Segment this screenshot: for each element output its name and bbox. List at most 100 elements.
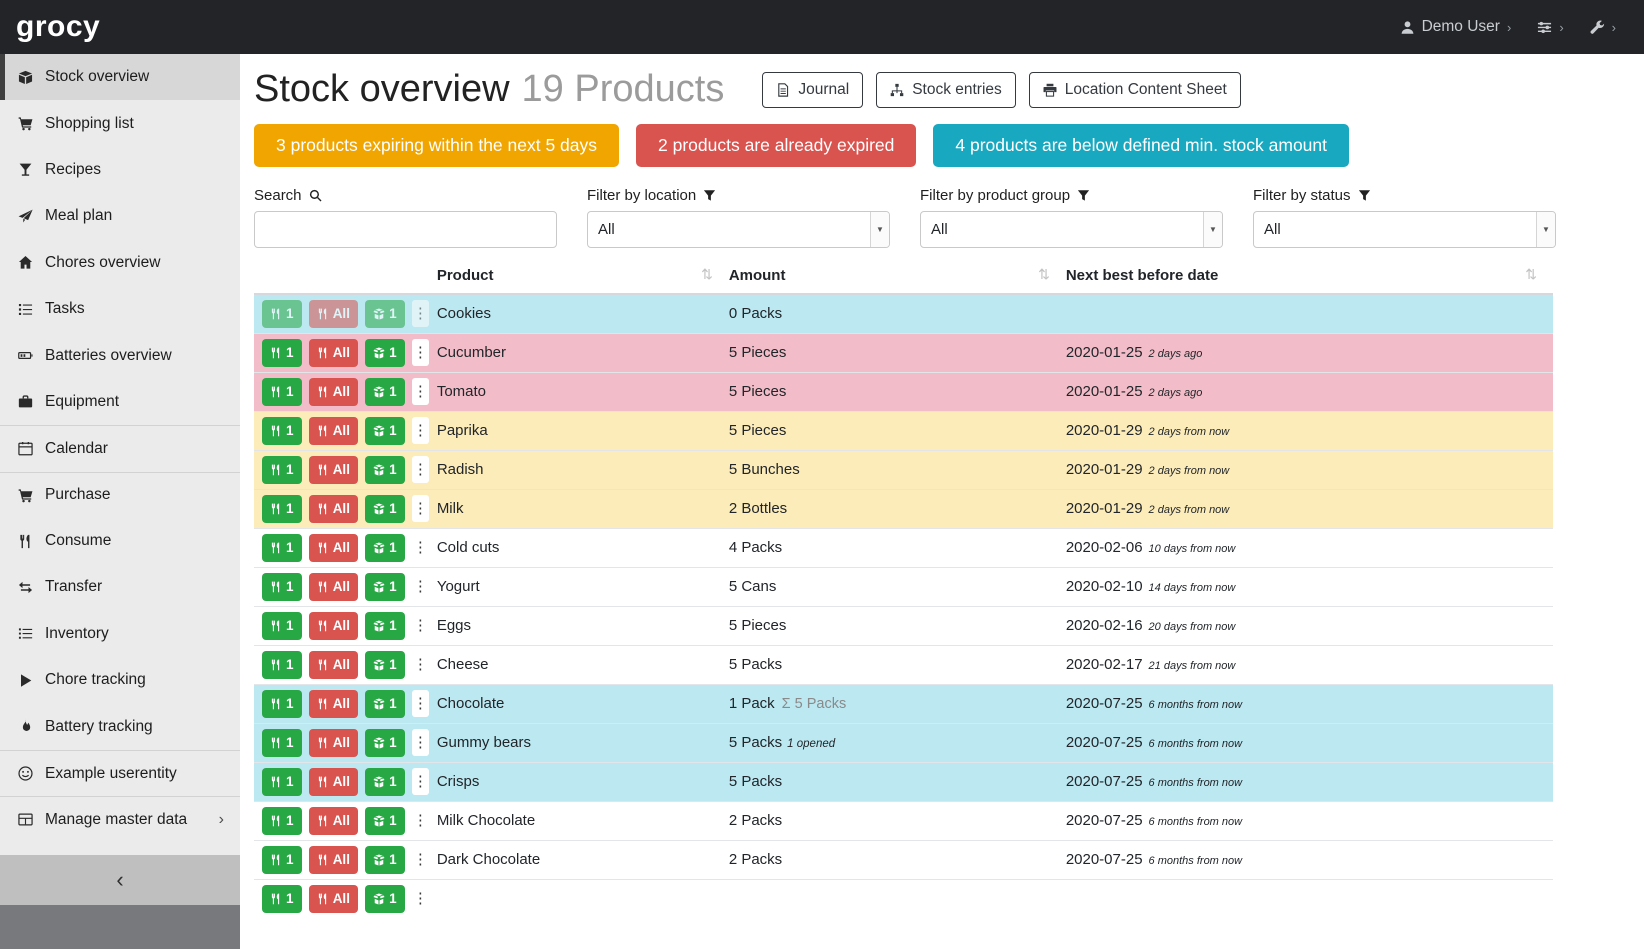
sidebar-item-chores-overview[interactable]: Chores overview: [0, 240, 240, 286]
row-menu-button[interactable]: ⋮: [412, 300, 429, 327]
settings-menu[interactable]: ›: [1537, 20, 1563, 35]
open-one-button[interactable]: 1: [365, 534, 405, 562]
consume-one-button[interactable]: 1: [262, 651, 302, 679]
row-menu-button[interactable]: ⋮: [412, 339, 429, 366]
consume-one-button[interactable]: 1: [262, 534, 302, 562]
toolbar-button-journal[interactable]: Journal: [762, 72, 863, 108]
consume-all-button[interactable]: All: [309, 729, 358, 757]
row-menu-button[interactable]: ⋮: [412, 456, 429, 483]
sidebar-item-equipment[interactable]: Equipment: [0, 379, 240, 425]
col-product-header[interactable]: Product ⇅: [437, 260, 729, 294]
open-one-button[interactable]: 1: [365, 456, 405, 484]
consume-all-button[interactable]: All: [309, 807, 358, 835]
consume-one-button[interactable]: 1: [262, 807, 302, 835]
toolbar-button-location-content-sheet[interactable]: Location Content Sheet: [1029, 72, 1241, 108]
consume-all-button[interactable]: All: [309, 339, 358, 367]
admin-menu[interactable]: ›: [1590, 20, 1616, 35]
toolbar-button-stock-entries[interactable]: Stock entries: [876, 72, 1016, 108]
consume-all-button[interactable]: All: [309, 534, 358, 562]
open-one-button[interactable]: 1: [365, 846, 405, 874]
consume-all-button[interactable]: All: [309, 456, 358, 484]
status-banner-warning[interactable]: 3 products expiring within the next 5 da…: [254, 124, 619, 167]
status-banner-danger[interactable]: 2 products are already expired: [636, 124, 916, 167]
sidebar-item-battery-tracking[interactable]: Battery tracking: [0, 703, 240, 749]
filter-select[interactable]: All ▼: [587, 211, 890, 248]
sort-icon[interactable]: ⇅: [1038, 267, 1050, 281]
row-menu-button[interactable]: ⋮: [412, 885, 429, 912]
sidebar-item-meal-plan[interactable]: Meal plan: [0, 193, 240, 239]
consume-one-button[interactable]: 1: [262, 768, 302, 796]
app-logo[interactable]: grocy: [16, 10, 100, 44]
open-one-button[interactable]: 1: [365, 339, 405, 367]
consume-one-button[interactable]: 1: [262, 729, 302, 757]
consume-all-button[interactable]: All: [309, 300, 358, 328]
sidebar-item-manage-master-data[interactable]: Manage master data ›: [0, 796, 240, 842]
consume-one-button[interactable]: 1: [262, 456, 302, 484]
open-one-button[interactable]: 1: [365, 768, 405, 796]
consume-all-button[interactable]: All: [309, 690, 358, 718]
sidebar-item-chore-tracking[interactable]: Chore tracking: [0, 657, 240, 703]
user-menu[interactable]: Demo User ›: [1400, 18, 1512, 36]
consume-one-button[interactable]: 1: [262, 846, 302, 874]
filter-select[interactable]: All ▼: [1253, 211, 1556, 248]
open-one-button[interactable]: 1: [365, 573, 405, 601]
row-menu-button[interactable]: ⋮: [412, 729, 429, 756]
open-one-button[interactable]: 1: [365, 729, 405, 757]
consume-one-button[interactable]: 1: [262, 573, 302, 601]
consume-all-button[interactable]: All: [309, 612, 358, 640]
sidebar-collapse-button[interactable]: ‹: [0, 855, 240, 905]
consume-all-button[interactable]: All: [309, 651, 358, 679]
row-menu-button[interactable]: ⋮: [412, 378, 429, 405]
col-amount-header[interactable]: Amount ⇅: [729, 260, 1066, 294]
consume-one-button[interactable]: 1: [262, 612, 302, 640]
filter-select[interactable]: All ▼: [920, 211, 1223, 248]
sidebar-item-recipes[interactable]: Recipes: [0, 147, 240, 193]
row-menu-button[interactable]: ⋮: [412, 846, 429, 873]
consume-one-button[interactable]: 1: [262, 495, 302, 523]
consume-one-button[interactable]: 1: [262, 417, 302, 445]
sort-icon[interactable]: ⇅: [1525, 267, 1537, 281]
consume-all-button[interactable]: All: [309, 573, 358, 601]
status-banner-info[interactable]: 4 products are below defined min. stock …: [933, 124, 1349, 167]
open-one-button[interactable]: 1: [365, 690, 405, 718]
consume-all-button[interactable]: All: [309, 378, 358, 406]
sidebar-item-transfer[interactable]: Transfer: [0, 564, 240, 610]
search-input[interactable]: [254, 211, 557, 248]
open-one-button[interactable]: 1: [365, 885, 405, 913]
sidebar-item-example-userentity[interactable]: Example userentity: [0, 750, 240, 796]
open-one-button[interactable]: 1: [365, 807, 405, 835]
row-menu-button[interactable]: ⋮: [412, 612, 429, 639]
consume-all-button[interactable]: All: [309, 768, 358, 796]
sidebar-item-consume[interactable]: Consume: [0, 518, 240, 564]
sidebar-item-calendar[interactable]: Calendar: [0, 425, 240, 471]
sidebar-item-batteries-overview[interactable]: Batteries overview: [0, 332, 240, 378]
consume-all-button[interactable]: All: [309, 417, 358, 445]
open-one-button[interactable]: 1: [365, 612, 405, 640]
row-menu-button[interactable]: ⋮: [412, 534, 429, 561]
row-menu-button[interactable]: ⋮: [412, 495, 429, 522]
consume-one-button[interactable]: 1: [262, 300, 302, 328]
sort-icon[interactable]: ⇅: [701, 267, 713, 281]
row-menu-button[interactable]: ⋮: [412, 807, 429, 834]
row-menu-button[interactable]: ⋮: [412, 651, 429, 678]
consume-one-button[interactable]: 1: [262, 339, 302, 367]
open-one-button[interactable]: 1: [365, 417, 405, 445]
col-date-header[interactable]: Next best before date ⇅: [1066, 260, 1553, 294]
consume-one-button[interactable]: 1: [262, 378, 302, 406]
consume-one-button[interactable]: 1: [262, 690, 302, 718]
open-one-button[interactable]: 1: [365, 378, 405, 406]
sidebar-item-purchase[interactable]: Purchase: [0, 472, 240, 518]
row-menu-button[interactable]: ⋮: [412, 573, 429, 600]
row-menu-button[interactable]: ⋮: [412, 417, 429, 444]
open-one-button[interactable]: 1: [365, 300, 405, 328]
sidebar-item-shopping-list[interactable]: Shopping list: [0, 100, 240, 146]
consume-all-button[interactable]: All: [309, 495, 358, 523]
sidebar-item-stock-overview[interactable]: Stock overview: [0, 54, 240, 100]
consume-all-button[interactable]: All: [309, 885, 358, 913]
consume-all-button[interactable]: All: [309, 846, 358, 874]
consume-one-button[interactable]: 1: [262, 885, 302, 913]
open-one-button[interactable]: 1: [365, 495, 405, 523]
row-menu-button[interactable]: ⋮: [412, 690, 429, 717]
row-menu-button[interactable]: ⋮: [412, 768, 429, 795]
open-one-button[interactable]: 1: [365, 651, 405, 679]
